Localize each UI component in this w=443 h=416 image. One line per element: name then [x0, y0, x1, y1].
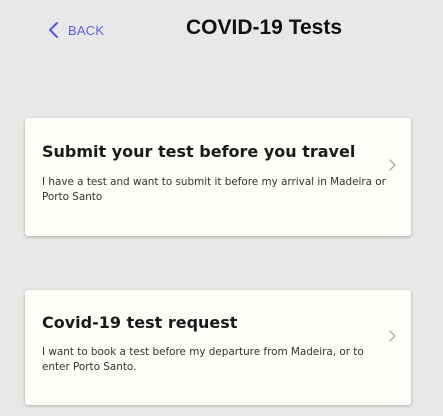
chevron-right-icon — [387, 329, 399, 343]
test-request-card[interactable]: Covid-19 test request I want to book a t… — [25, 290, 411, 405]
back-button[interactable]: BACK — [44, 17, 104, 43]
chevron-left-icon — [44, 20, 64, 40]
submit-test-card[interactable]: Submit your test before you travel I hav… — [25, 118, 411, 236]
card-title: Covid-19 test request — [42, 313, 238, 332]
card-description: I want to book a test before my departur… — [42, 346, 364, 373]
card-title: Submit your test before you travel — [42, 142, 356, 161]
card-description: I have a test and want to submit it befo… — [42, 176, 386, 203]
chevron-right-icon — [387, 158, 399, 172]
header-bar: BACK COVID-19 Tests — [0, 0, 443, 62]
back-label: BACK — [68, 22, 105, 38]
page-title: COVID-19 Tests — [186, 16, 342, 39]
